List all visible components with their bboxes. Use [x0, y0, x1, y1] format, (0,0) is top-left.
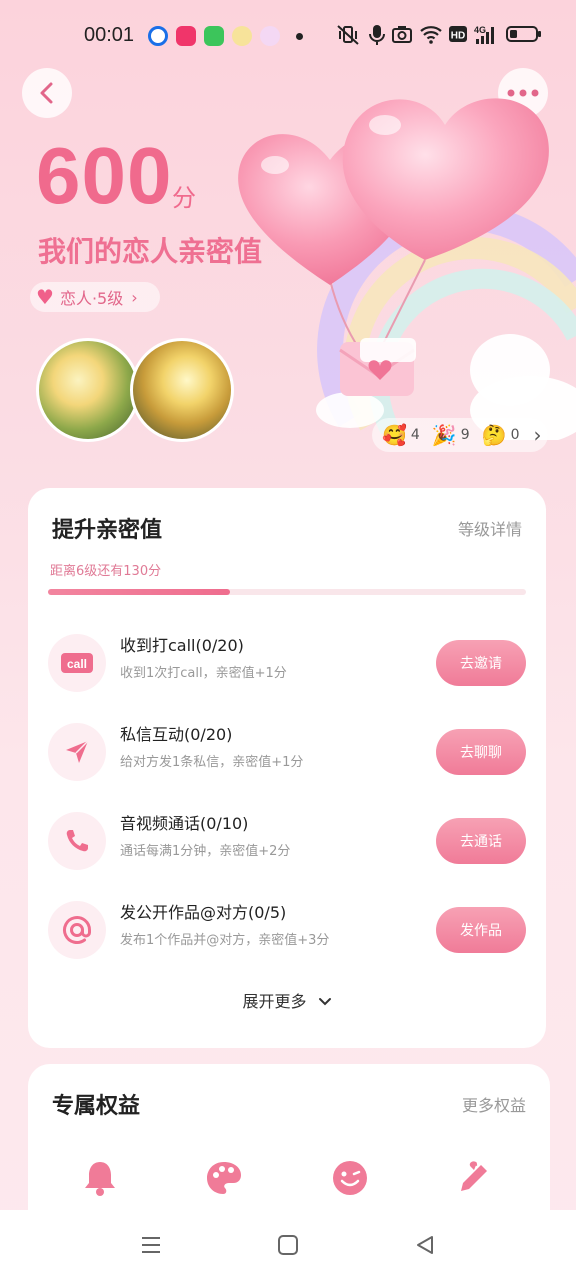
reaction-emoji: 🤔 [481, 423, 507, 447]
reactions-bar[interactable]: 🥰 4 🎉 9 🤔 0 › [372, 418, 548, 452]
bell-icon [85, 1162, 115, 1196]
task-item: call 收到打call(0/20) 收到1次打call，亲密值+1分 去邀请 [48, 632, 526, 696]
intimacy-tasks-card: 提升亲密值 等级详情 距离6级还有130分 call 收到打call(0/20)… [28, 488, 546, 1048]
app-notification-icon [232, 26, 252, 46]
card-title: 专属权益 [52, 1093, 141, 1119]
intimacy-score: 600 [36, 131, 173, 220]
expand-label: 展开更多 [242, 992, 307, 1011]
vibrate-mute-icon [337, 25, 359, 45]
avatar[interactable] [130, 338, 234, 442]
chevron-right-icon: › [131, 287, 138, 307]
progress-fill [48, 589, 230, 595]
svg-text:4G: 4G [474, 25, 486, 35]
more-notifications-dot [296, 33, 303, 40]
invite-button[interactable]: 去邀请 [436, 640, 526, 686]
back-nav-button[interactable] [412, 1232, 438, 1258]
avatar[interactable] [36, 338, 140, 442]
post-work-button[interactable]: 发作品 [436, 907, 526, 953]
camera-icon [392, 26, 412, 43]
square-icon [278, 1235, 298, 1255]
home-button[interactable] [275, 1232, 301, 1258]
svg-text:HD: HD [451, 31, 465, 42]
task-desc: 发布1个作品并@对方，亲密值+3分 [120, 933, 330, 948]
call-button[interactable]: 去通话 [436, 818, 526, 864]
benefit-item[interactable] [80, 1158, 120, 1198]
task-item: 私信互动(0/20) 给对方发1条私信，亲密值+1分 去聊聊 [48, 721, 526, 785]
task-desc: 通话每满1分钟，亲密值+2分 [120, 844, 291, 859]
task-desc: 给对方发1条私信，亲密值+1分 [120, 755, 304, 770]
wifi-icon [420, 26, 442, 44]
task-title: 发公开作品@对方(0/5) [120, 903, 287, 922]
heart-icon: ♥ [36, 285, 54, 309]
hearts-balloon-illustration [238, 98, 576, 440]
task-title: 私信互动(0/20) [120, 725, 233, 744]
reaction-count: 9 [460, 427, 470, 443]
card-title: 提升亲密值 [52, 517, 163, 543]
expand-more-button[interactable]: 展开更多 [28, 988, 546, 1012]
app-notification-icon [176, 26, 196, 46]
signal-4g-icon: 4G [474, 25, 494, 44]
reaction-count: 0 [510, 427, 520, 443]
palette-icon [207, 1162, 241, 1194]
app-notification-icon [204, 26, 224, 46]
level-detail-link[interactable]: 等级详情 [458, 516, 522, 540]
benefit-item[interactable] [204, 1158, 244, 1198]
smile-icon [333, 1161, 367, 1195]
phone-icon [66, 830, 88, 852]
task-icon-container: call [48, 634, 106, 692]
benefit-item[interactable] [330, 1158, 370, 1198]
more-benefits-link[interactable]: 更多权益 [462, 1092, 526, 1116]
level-label: 恋人·5级 [59, 289, 124, 308]
chevron-left-icon [40, 82, 53, 104]
mic-icon [369, 25, 385, 45]
status-time: 00:01 [84, 24, 135, 46]
task-title: 收到打call(0/20) [120, 636, 244, 655]
reaction-count: 4 [410, 427, 420, 443]
task-icon-container [48, 812, 106, 870]
send-icon [66, 740, 89, 763]
battery-icon [506, 26, 541, 42]
progress-bar [48, 589, 526, 595]
system-nav-bar [0, 1210, 576, 1280]
hd-icon: HD [449, 26, 467, 42]
level-badge[interactable]: ♥ 恋人·5级 › [30, 282, 160, 312]
reaction-emoji: 🥰 [382, 423, 407, 447]
at-icon [63, 916, 91, 944]
chevron-right-icon: › [533, 423, 542, 447]
task-desc: 收到1次打call，亲密值+1分 [120, 666, 287, 681]
chevron-down-icon [318, 998, 331, 1006]
app-notification-icon [260, 26, 280, 46]
task-icon-container [48, 901, 106, 959]
progress-text: 距离6级还有130分 [50, 564, 162, 579]
page-title: 我们的恋人亲密值 [38, 235, 263, 268]
menu-lines-icon [142, 1237, 160, 1253]
task-item: 发公开作品@对方(0/5) 发布1个作品并@对方，亲密值+3分 发作品 [48, 899, 526, 963]
app-notification-icon [148, 26, 168, 46]
task-icon-container [48, 723, 106, 781]
call-icon: call [61, 653, 93, 673]
triangle-back-icon [417, 1236, 433, 1254]
chat-button[interactable]: 去聊聊 [436, 729, 526, 775]
back-button[interactable] [22, 68, 72, 118]
score-unit: 分 [172, 184, 196, 212]
task-item: 音视频通话(0/10) 通话每满1分钟，亲密值+2分 去通话 [48, 810, 526, 874]
benefit-item[interactable] [454, 1158, 494, 1198]
recents-button[interactable] [138, 1232, 164, 1258]
task-title: 音视频通话(0/10) [120, 814, 249, 833]
status-bar: 00:01 HD 4G [0, 0, 576, 72]
reaction-emoji: 🎉 [431, 423, 457, 447]
svg-text:call: call [67, 657, 87, 671]
pen-icon [461, 1161, 487, 1191]
